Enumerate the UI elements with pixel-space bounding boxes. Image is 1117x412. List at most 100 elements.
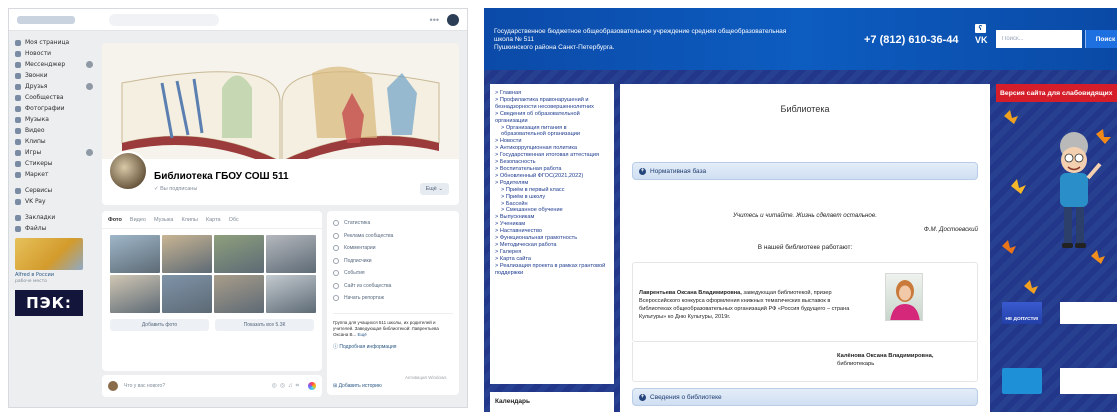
nav-link[interactable]: > Наставничество [495, 228, 609, 235]
post-composer[interactable]: Что у вас нового? ◎◎♫⌗ [102, 375, 322, 397]
ad-image[interactable] [15, 238, 83, 270]
nav-item[interactable]: Звонки [15, 70, 95, 81]
nav-link[interactable]: > Методическая работа [495, 242, 609, 249]
media-tab[interactable]: Фото [108, 217, 122, 223]
nav-item[interactable]: Маркет [15, 169, 95, 180]
more-icon[interactable]: ••• [430, 15, 439, 25]
nav-link[interactable]: > Выпускникам [495, 214, 609, 221]
nav-item[interactable]: Музыка [15, 114, 95, 125]
banner-4[interactable] [1060, 368, 1117, 394]
section-normative[interactable]: + Нормативная база [632, 162, 978, 180]
nav-link[interactable]: > Приём в первый класс [495, 187, 609, 194]
attachment-icons[interactable]: ◎◎♫⌗ [272, 382, 302, 390]
nav-item-icon [15, 127, 21, 134]
photo-thumbnail[interactable] [110, 235, 160, 273]
banner-3[interactable] [1002, 368, 1042, 394]
add-photo-button[interactable]: Добавить фото [110, 319, 209, 331]
pek-logo[interactable]: ПЭК: [15, 290, 83, 316]
photo-thumbnail[interactable] [214, 275, 264, 313]
nav-item[interactable]: Друзья [15, 81, 95, 92]
staff-card-2: Калёнова Оксана Владимировна, библиотека… [632, 342, 978, 382]
photo-thumbnail[interactable] [162, 275, 212, 313]
composer-avatar [108, 381, 118, 391]
nav-link-label: Новости [499, 138, 522, 145]
phone-number[interactable]: +7 (812) 610-36-44 [864, 34, 958, 46]
nav-link[interactable]: > Обновленный ФГОС(2021,2022) [495, 173, 609, 180]
nav-link[interactable]: > Галерея [495, 249, 609, 256]
rss-icon[interactable]: ʕ [975, 24, 986, 33]
nav-item[interactable]: Моя страница [15, 37, 95, 48]
side-menu-item[interactable]: Начать репортаж [333, 292, 453, 305]
nav-link[interactable]: > Бассейн [495, 201, 609, 208]
show-all-button[interactable]: Показать все 5.3К [215, 319, 314, 331]
prevention-banner[interactable]: НЕ ДОПУСТИ! [1002, 302, 1042, 324]
search-button[interactable]: Поиск [1085, 30, 1117, 48]
side-menu-item[interactable]: Комментарии [333, 242, 453, 255]
nav-item[interactable]: Мессенджер [15, 59, 95, 70]
nav-link[interactable]: > Профилактика правонарушений и безнадзо… [495, 97, 609, 111]
more-button[interactable]: Ещё ⌄ [419, 183, 449, 195]
media-tab[interactable]: Видео [130, 217, 146, 223]
nav-link[interactable]: > Главная [495, 90, 609, 97]
detail-info-label: Подробная информация [339, 343, 397, 350]
nav-link[interactable]: > Приём в школу [495, 194, 609, 201]
group-avatar[interactable] [108, 151, 148, 191]
accessibility-version-link[interactable]: Версия сайта для слабовидящих [996, 84, 1117, 102]
nav-item[interactable]: Видео [15, 125, 95, 136]
side-menu-item[interactable]: События [333, 267, 453, 280]
section-library-info[interactable]: + Сведения о библиотеке [632, 388, 978, 406]
nav-link[interactable]: > Антикоррупционная политика [495, 145, 609, 152]
ai-icon[interactable] [308, 382, 316, 390]
nav-item[interactable]: VK Pay [15, 196, 95, 207]
user-avatar[interactable] [447, 13, 459, 26]
nav-link[interactable]: > Смешанное обучение [495, 207, 609, 214]
nav-item[interactable]: Закладки [15, 212, 95, 223]
nav-item[interactable]: Игры [15, 147, 95, 158]
ad-block[interactable]: Alfred в России рабоче место [15, 238, 83, 284]
nav-link[interactable]: > Новости [495, 138, 609, 145]
nav-item[interactable]: Клипы [15, 136, 95, 147]
banner-2[interactable] [1060, 302, 1117, 324]
nav-link[interactable]: > Функциональная грамотность [495, 235, 609, 242]
add-story-link[interactable]: ⊞ Добавить историю [333, 383, 382, 389]
nav-link[interactable]: > Родителям [495, 180, 609, 187]
nav-item[interactable]: Стикеры [15, 158, 95, 169]
nav-link[interactable]: > Ученикам [495, 221, 609, 228]
nav-link[interactable]: > Воспитательная работа [495, 166, 609, 173]
nav-link[interactable]: > Безопасность [495, 159, 609, 166]
side-menu-label: Сайт из сообщества [344, 282, 392, 289]
photo-thumbnail[interactable] [266, 275, 316, 313]
nav-item-icon [15, 50, 21, 57]
search-input[interactable] [996, 30, 1082, 48]
vk-icon[interactable]: VK [975, 35, 988, 45]
nav-link[interactable]: > Сведения об образовательной организаци… [495, 111, 609, 125]
photo-thumbnail[interactable] [162, 235, 212, 273]
photo-thumbnail[interactable] [214, 235, 264, 273]
photo-thumbnail[interactable] [266, 235, 316, 273]
media-tab[interactable]: Музыка [154, 217, 173, 223]
nav-item[interactable]: Фотографии [15, 103, 95, 114]
description-more-link[interactable]: Ещё [358, 332, 367, 337]
composer-placeholder[interactable]: Что у вас нового? [124, 383, 165, 389]
ad-title[interactable]: Alfred в России [15, 272, 83, 278]
side-menu-item[interactable]: Подписчики [333, 255, 453, 268]
side-menu-item[interactable]: Сайт из сообщества [333, 280, 453, 293]
side-menu-label: События [344, 270, 365, 277]
detail-info-link[interactable]: ⓘ Подробная информация [333, 343, 453, 350]
nav-item[interactable]: Сервисы [15, 185, 95, 196]
search-input[interactable] [109, 13, 219, 26]
media-tab[interactable]: Карта [206, 217, 221, 223]
nav-link[interactable]: > Карта сайта [495, 256, 609, 263]
photo-thumbnail[interactable] [110, 275, 160, 313]
side-menu-item[interactable]: Реклама сообщества [333, 230, 453, 243]
nav-link[interactable]: > Организация питания в образовательной … [495, 125, 609, 139]
nav-item[interactable]: Сообщества [15, 92, 95, 103]
media-tab[interactable]: Клипы [181, 217, 197, 223]
nav-link[interactable]: > Реализация проекта в рамках грантовой … [495, 263, 609, 277]
nav-item[interactable]: Файлы [15, 223, 95, 234]
nav-item[interactable]: Новости [15, 48, 95, 59]
site-logo[interactable] [17, 15, 75, 24]
side-menu-item[interactable]: Статистика [333, 217, 453, 230]
nav-link[interactable]: > Государственная итоговая аттестация [495, 152, 609, 159]
media-tab[interactable]: Обс [229, 217, 239, 223]
